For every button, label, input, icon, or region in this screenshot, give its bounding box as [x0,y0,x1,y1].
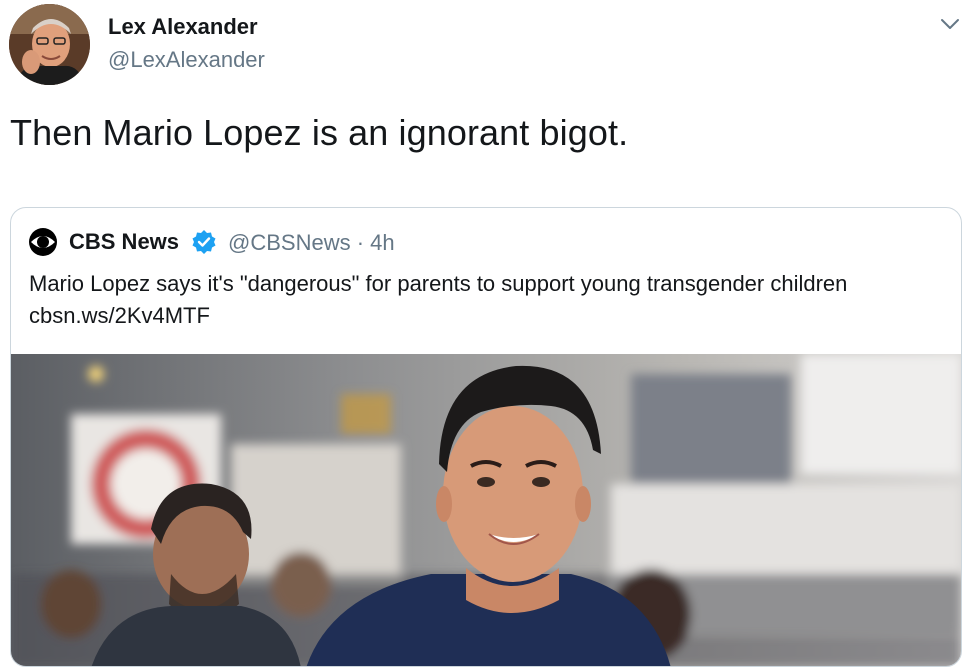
quoted-link[interactable]: cbsn.ws/2Kv4MTF [29,303,210,328]
quoted-photo [11,354,961,666]
quoted-handle-time: @CBSNews · 4h [228,230,395,255]
avatar-image [9,4,90,85]
author-name[interactable]: Lex Alexander [108,14,258,40]
avatar[interactable] [9,4,90,85]
chevron-down-icon[interactable] [936,12,964,36]
author-handle[interactable]: @LexAlexander [108,47,265,73]
verified-badge-icon [192,230,216,254]
quoted-author-name[interactable]: CBS News [69,229,179,255]
cbs-eye-logo [29,228,57,256]
quoted-image[interactable] [11,354,961,666]
quoted-tweet[interactable]: CBS News @CBSNews · 4h Mario Lopez says … [10,207,962,667]
quoted-text: Mario Lopez says it's "dangerous" for pa… [29,268,929,332]
quoted-text-body: Mario Lopez says it's "dangerous" for pa… [29,271,848,296]
tweet-text: Then Mario Lopez is an ignorant bigot. [10,112,629,153]
